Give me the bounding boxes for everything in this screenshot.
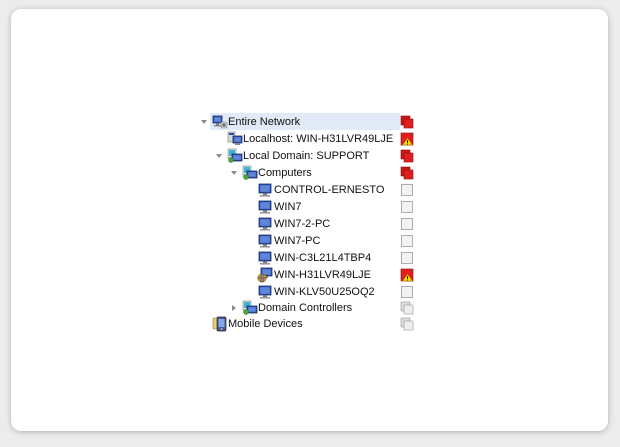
tree-node-label: Mobile Devices — [228, 318, 303, 330]
tree-node-computer[interactable]: WIN-KLV50U25OQ2 — [196, 284, 418, 300]
empty-status-icon[interactable] — [400, 234, 414, 248]
tree-node-computer[interactable]: WIN-C3L21L4TBP4 — [196, 250, 418, 266]
tree-node-label: WIN7-2-PC — [274, 218, 331, 230]
tree-node-label: WIN7 — [274, 201, 302, 213]
grey-stack-status-icon[interactable] — [400, 317, 414, 331]
tree-node-label: Local Domain: SUPPORT — [243, 150, 370, 162]
computer-globe-icon — [257, 267, 273, 283]
computer-icon — [257, 233, 273, 249]
empty-status-icon[interactable] — [400, 217, 414, 231]
computer-icon — [257, 284, 273, 300]
tree-node-label: WIN-C3L21L4TBP4 — [274, 252, 372, 264]
network-tree: Entire Network Localhost: WIN-H31LVR49LJ… — [0, 0, 620, 447]
empty-status-icon[interactable] — [400, 251, 414, 265]
network-icon — [212, 114, 228, 130]
tree-node-label: Entire Network — [228, 116, 301, 128]
grey-stack-status-icon[interactable] — [400, 301, 414, 315]
tree-node-domain-controllers[interactable]: Domain Controllers — [196, 300, 418, 316]
collapse-toggle-icon[interactable] — [229, 300, 239, 316]
tree-node-local-domain[interactable]: Local Domain: SUPPORT — [196, 148, 418, 164]
computer-icon — [257, 216, 273, 232]
domain-controllers-icon — [242, 300, 258, 316]
expand-toggle-icon[interactable] — [199, 114, 209, 130]
tree-node-computer[interactable]: WIN7-2-PC — [196, 216, 418, 232]
tree-node-label: WIN-KLV50U25OQ2 — [274, 286, 375, 298]
tree-node-computer[interactable]: CONTROL-ERNESTO — [196, 182, 418, 198]
tree-node-label: Computers — [258, 167, 312, 179]
alert-status-icon[interactable] — [400, 115, 414, 129]
computer-icon — [257, 182, 273, 198]
tree-node-label: WIN7-PC — [274, 235, 321, 247]
tree-node-localhost[interactable]: Localhost: WIN-H31LVR49LJE — [196, 131, 418, 147]
empty-status-icon[interactable] — [400, 200, 414, 214]
mobile-device-icon — [212, 316, 228, 332]
expand-toggle-icon[interactable] — [229, 165, 239, 181]
computers-group-icon — [242, 165, 258, 181]
computer-icon — [257, 199, 273, 215]
localhost-computer-icon — [227, 131, 243, 147]
alert-status-icon[interactable] — [400, 166, 414, 180]
tree-node-computer[interactable]: WIN-H31LVR49LJE — [196, 267, 418, 283]
empty-status-icon[interactable] — [400, 183, 414, 197]
warning-status-icon[interactable] — [400, 268, 414, 282]
tree-node-label: CONTROL-ERNESTO — [274, 184, 385, 196]
tree-node-computer[interactable]: WIN7-PC — [196, 233, 418, 249]
empty-status-icon[interactable] — [400, 285, 414, 299]
tree-node-computers[interactable]: Computers — [196, 165, 418, 181]
tree-node-entire-network[interactable]: Entire Network — [196, 113, 418, 130]
tree-node-mobile-devices[interactable]: Mobile Devices — [196, 316, 418, 332]
tree-node-label: Domain Controllers — [258, 302, 353, 314]
warning-status-icon[interactable] — [400, 132, 414, 146]
computer-icon — [257, 250, 273, 266]
tree-node-label: Localhost: WIN-H31LVR49LJE — [243, 133, 394, 145]
tree-node-label: WIN-H31LVR49LJE — [274, 269, 371, 281]
tree-node-computer[interactable]: WIN7 — [196, 199, 418, 215]
domain-icon — [227, 148, 243, 164]
alert-status-icon[interactable] — [400, 149, 414, 163]
expand-toggle-icon[interactable] — [214, 148, 224, 164]
